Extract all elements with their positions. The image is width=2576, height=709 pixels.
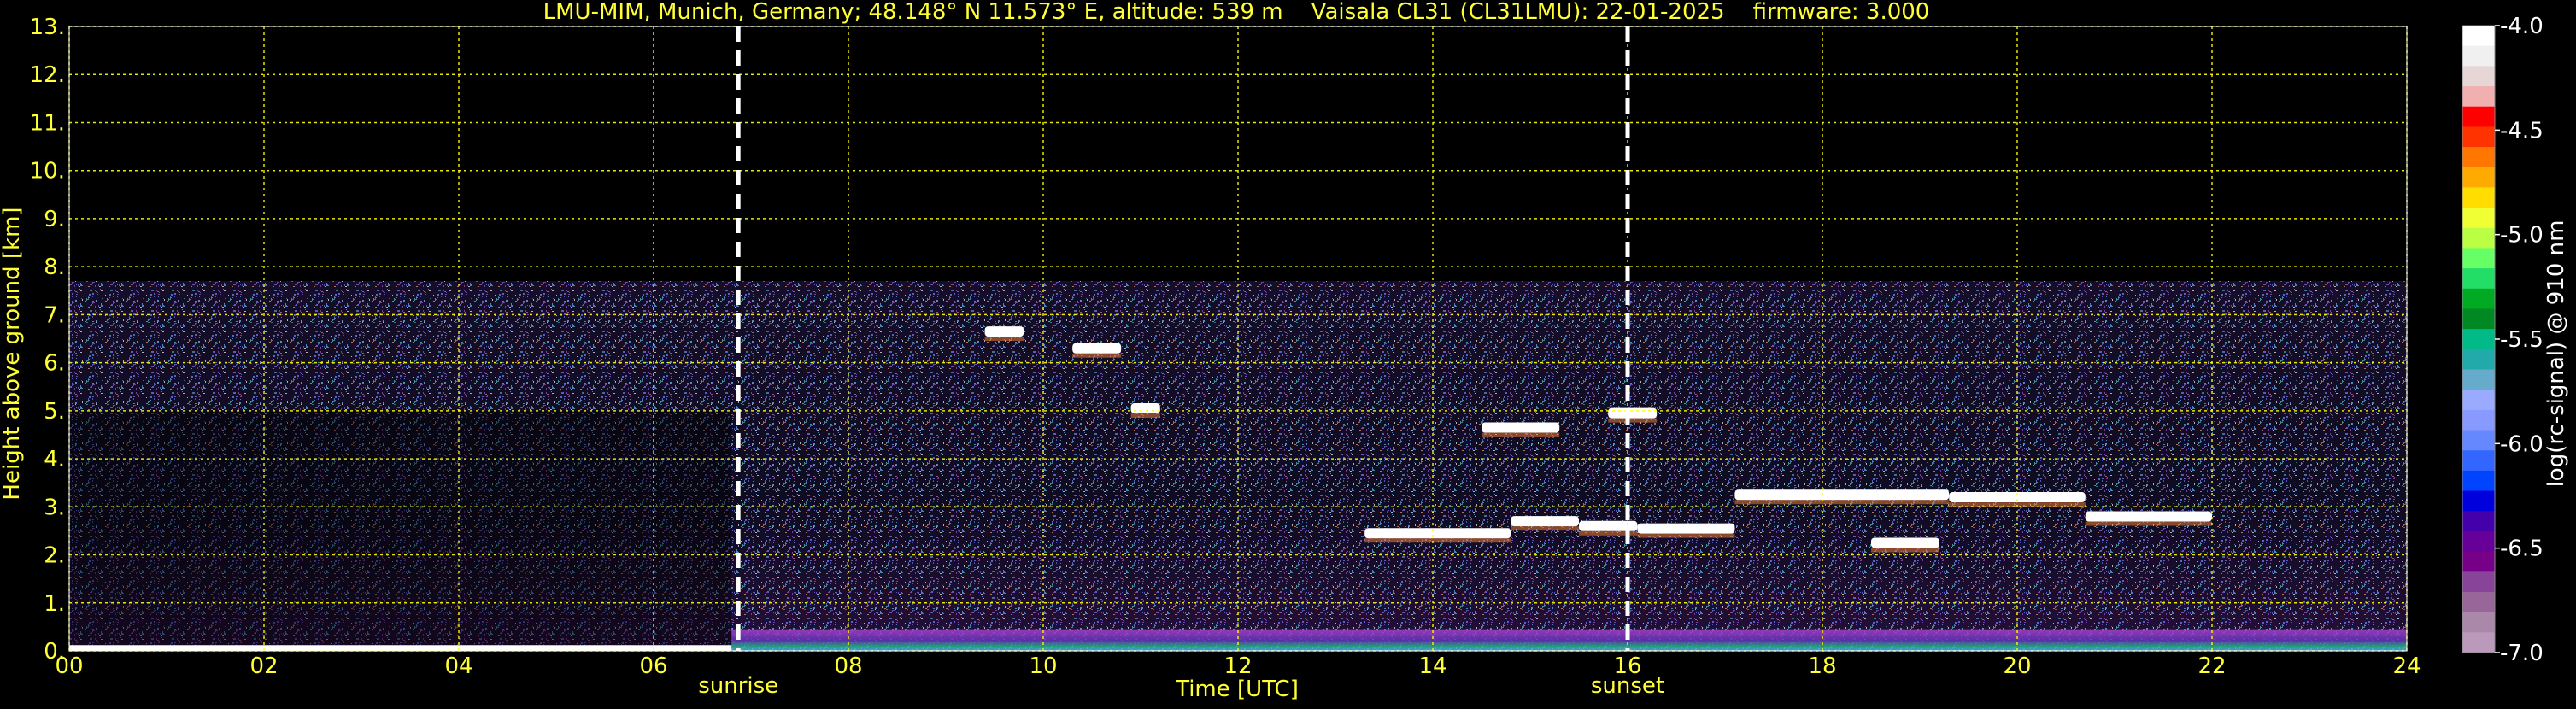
cloud-layer [1364,528,1511,539]
colorbar-swatch [2462,167,2495,189]
y-tick-label: 11. [30,110,65,136]
x-axis-label: Time [UTC] [1175,677,1299,702]
colorbar-swatch [2462,632,2495,653]
colorbar-tick-label: -4.0 [2500,14,2544,39]
ceilometer-chart: sunrise sunset 00 02 04 06 08 10 12 14 16 18 20 22 24… [0,0,2576,706]
colorbar-swatch [2462,227,2495,249]
colorbar-swatch [2462,268,2495,290]
cloud-layer [1072,343,1122,354]
x-tick-label: 18 [1808,653,1836,679]
x-tick-label: 16 [1613,653,1641,679]
cloud-layer-edge [1637,533,1735,538]
y-axis-label: Height above ground [km] [0,207,25,500]
colorbar-swatch [2462,390,2495,411]
y-tick-label: 10. [30,159,65,185]
colorbar-tick-label: -5.5 [2500,327,2544,353]
colorbar-swatch [2462,147,2495,168]
x-tick-label: 22 [2198,653,2226,679]
y-tick-label: 6. [44,351,65,377]
x-tick-label: 06 [639,653,667,679]
colorbar-swatch [2462,106,2495,127]
cloud-layer [1511,516,1579,527]
night-dark-region [69,410,732,651]
colorbar-tick-label: -6.0 [2500,431,2544,457]
cloud-layer-edge [1130,413,1160,419]
y-tick-label: 13. [30,15,65,40]
cloud-layer-edge [2085,521,2212,526]
colorbar-swatch [2462,530,2495,553]
chart-title: LMU-MIM, Munich, Germany; 48.148° N 11.5… [543,0,1930,25]
y-tick-label: 3. [44,495,65,520]
y-tick-label: 1. [44,591,65,617]
boundary-layer [731,629,2408,651]
colorbar-swatch [2462,551,2495,572]
x-tick-label: 14 [1418,653,1446,679]
y-tick-label: 9. [44,207,65,232]
colorbar-swatch [2462,490,2495,512]
colorbar-swatch [2462,86,2495,108]
colorbar-swatch [2462,430,2495,451]
x-tick-label: 20 [2003,653,2031,679]
x-tick-label: 12 [1223,653,1252,679]
cloud-layer [1608,407,1658,419]
x-tick-label: 08 [834,653,862,679]
cloud-layer [1482,422,1560,433]
colorbar-swatch [2462,571,2495,593]
surface-return [69,645,732,651]
colorbar-swatch [2462,26,2495,47]
colorbar-swatch [2462,208,2495,229]
cloud-layer [1130,403,1160,414]
colorbar-swatch [2462,450,2495,472]
colorbar-tick-label: -6.5 [2500,536,2544,562]
colorbar-swatch [2462,612,2495,633]
colorbar-tick-label: -5.0 [2500,223,2544,249]
colorbar-swatch [2462,66,2495,87]
colorbar-swatch [2462,288,2495,310]
colorbar-swatch [2462,126,2495,148]
cloud-layer-edge [1608,418,1658,423]
cloud-layer [1871,537,1939,548]
colorbar-swatch [2462,349,2495,371]
chart-svg: sunrise sunset 00 02 04 06 08 10 12 14 16 18 20 22 24… [0,0,2576,706]
y-tick-label: 8. [44,255,65,280]
x-tick-label: 10 [1029,653,1057,679]
cloud-layer-edge [1364,538,1511,543]
x-tick-label: 04 [444,653,472,679]
colorbar-swatch [2462,591,2495,613]
event-label-sunrise: sunrise [698,673,778,699]
cloud-layer-edge [1482,432,1560,437]
colorbar-swatch [2462,248,2495,269]
y-tick-label: 4. [44,447,65,472]
cloud-layer-edge [1871,548,1939,553]
cloud-layer-edge [1734,500,1950,505]
x-tick-label: 24 [2392,653,2421,679]
colorbar-swatch [2462,187,2495,208]
colorbar-swatch [2462,45,2495,67]
colorbar-swatch [2462,409,2495,431]
y-tick-label: 2. [44,543,65,569]
colorbar-swatch [2462,369,2495,390]
cloud-layer-edge [1511,526,1579,531]
cloud-layer-edge [1072,353,1122,358]
y-tick-label: 5. [44,399,65,425]
colorbar-swatch [2462,511,2495,532]
cloud-layer-edge [984,337,1024,342]
colorbar-swatch [2462,470,2495,492]
cloud-layer [1637,523,1735,534]
colorbar-tick-label: -7.0 [2500,641,2544,666]
y-tick-label: 0. [44,639,65,665]
colorbar-tick-label: -4.5 [2500,118,2544,144]
x-tick-label: 02 [249,653,278,679]
colorbar-label: log(rc-signal) @ 910 nm [2544,220,2569,488]
cloud-layer [984,326,1024,337]
y-tick-label: 7. [44,302,65,328]
cloud-layer [2085,511,2212,522]
cloud-layer [1734,489,1950,501]
y-tick-label: 12. [30,62,65,88]
colorbar-swatch [2462,308,2495,330]
colorbar-swatch [2462,329,2495,350]
